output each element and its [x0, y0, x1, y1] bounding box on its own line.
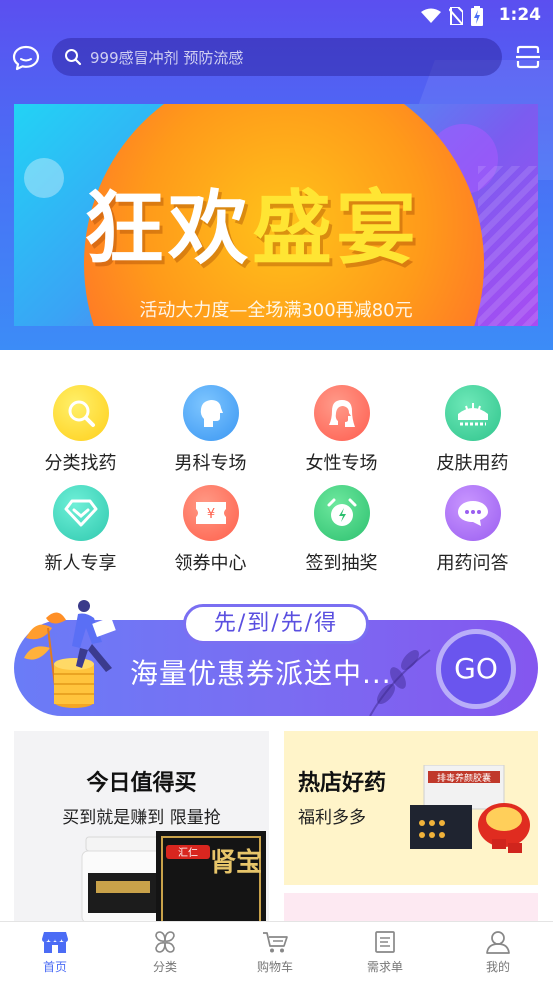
category-label: 女性专场 [305, 453, 378, 474]
nav-label: 首页 [42, 960, 67, 974]
category-label: 男科专场 [174, 453, 247, 474]
medicine-products-image: 排毒养颜胶囊 [410, 765, 530, 853]
banner-title-white: 狂欢 [84, 182, 252, 275]
nav-label: 我的 [485, 960, 510, 974]
skin-icon [444, 385, 501, 441]
gift-diamond-icon [52, 485, 109, 541]
category-label: 领券中心 [174, 553, 247, 574]
category-item-female[interactable]: 女性专场 [276, 385, 407, 475]
nav-tab-home[interactable]: 首页 [0, 930, 110, 975]
nav-tab-demand-list[interactable]: 需求单 [330, 930, 440, 975]
category-label: 分类找药 [44, 453, 117, 474]
status-time: 1:24 [498, 5, 541, 25]
coupon-banner-text: 海量优惠券派送中... [130, 657, 392, 690]
category-label: 签到抽奖 [305, 553, 378, 574]
shopping-cart-icon [263, 932, 288, 953]
search-pill-icon [52, 385, 109, 441]
document-icon [375, 931, 395, 953]
bottom-navigation: 首页 分类 购物车 需求单 我的 [0, 921, 553, 983]
promo-banner[interactable]: 狂欢盛宴 活动大力度—全场满300再减80元 [14, 104, 538, 326]
nav-label: 分类 [152, 960, 177, 974]
banner-title-yellow: 盛宴 [252, 182, 420, 275]
search-placeholder: 999感冒冲剂 预防流感 [90, 48, 244, 67]
promo-card-daily-deals[interactable]: 今日值得买 买到就是赚到 限量抢 汇仁 肾宝 [14, 731, 269, 921]
category-item-coupon-center[interactable]: ¥ 领券中心 [145, 485, 276, 575]
banner-subtitle: 活动大力度—全场满300再减80元 [139, 300, 413, 321]
nav-tab-cart[interactable]: 购物车 [220, 930, 330, 975]
go-button[interactable]: GO [436, 629, 516, 709]
user-icon [486, 931, 510, 954]
category-item-newcomer[interactable]: 新人专享 [15, 485, 146, 575]
svg-text:¥: ¥ [206, 507, 214, 522]
medicine-box-image: 汇仁 肾宝 [156, 831, 266, 921]
category-item-find-medicine[interactable]: 分类找药 [15, 385, 146, 475]
medicine-box-brand: 汇仁 [178, 846, 198, 859]
search-icon [65, 49, 82, 66]
nav-tab-category[interactable]: 分类 [110, 930, 220, 975]
no-sim-icon [449, 7, 463, 25]
banner-decoration [24, 158, 64, 198]
battery-charging-icon [471, 6, 483, 26]
person-with-coins-illustration [24, 600, 116, 708]
promo-card-subtitle: 福利多多 [298, 808, 366, 828]
nav-tab-mine[interactable]: 我的 [443, 930, 553, 975]
nav-label: 需求单 [366, 960, 403, 974]
promo-card-title: 热店好药 [298, 771, 387, 796]
promo-card-hot-store[interactable]: 热店好药 福利多多 排毒养颜胶囊 [284, 731, 538, 885]
top-bar: 999感冒冲剂 预防流感 [0, 36, 553, 78]
alarm-clock-icon [313, 485, 370, 541]
category-label: 用药问答 [436, 553, 509, 574]
coupon-tab-label: 先/到/先/得 [183, 604, 369, 644]
category-item-medication-qa[interactable]: 用药问答 [407, 485, 538, 575]
store-icon [42, 932, 68, 953]
product-box-label: 排毒养颜胶囊 [437, 772, 491, 784]
coupon-icon: ¥ [182, 485, 239, 541]
male-profile-icon [182, 385, 239, 441]
category-label: 新人专享 [44, 553, 117, 574]
chat-bubble-icon [444, 485, 501, 541]
wifi-icon [421, 8, 441, 23]
search-bar[interactable]: 999感冒冲剂 预防流感 [52, 38, 502, 76]
nav-label: 购物车 [256, 960, 293, 974]
category-label: 皮肤用药 [436, 453, 509, 474]
scan-icon[interactable] [515, 44, 541, 70]
category-item-checkin-lottery[interactable]: 签到抽奖 [276, 485, 407, 575]
category-item-male[interactable]: 男科专场 [145, 385, 276, 475]
status-icons [421, 6, 483, 26]
promo-card-subtitle: 买到就是赚到 限量抢 [62, 808, 221, 828]
banner-title: 狂欢盛宴 [84, 164, 420, 280]
status-bar: 1:24 [0, 0, 553, 32]
promo-card-title: 今日值得买 [86, 771, 197, 796]
female-profile-icon [313, 385, 370, 441]
medicine-bottle-image [81, 836, 165, 921]
category-flower-icon [155, 931, 175, 953]
medicine-box-name: 肾宝 [210, 847, 262, 878]
category-item-skin[interactable]: 皮肤用药 [407, 385, 538, 475]
message-icon[interactable] [12, 44, 40, 72]
